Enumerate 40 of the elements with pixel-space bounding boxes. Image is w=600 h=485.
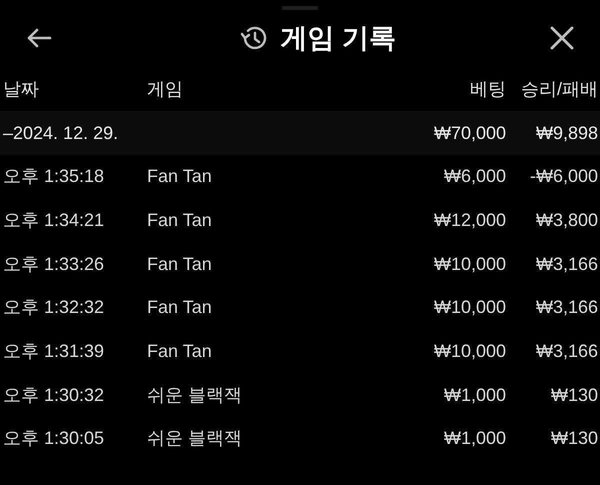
result-cell-text: -₩6,000 xyxy=(528,165,599,188)
game-cell-text: Fan Tan xyxy=(147,252,213,276)
column-header: 베팅 xyxy=(469,78,506,100)
bet-cell-text: ₩10,000 xyxy=(432,340,506,364)
bet-cell-text: ₩10,000 xyxy=(432,252,506,276)
column-header: 게임 xyxy=(147,78,184,100)
time-cell-text: 오후 1:30:05 xyxy=(2,427,106,450)
history-icon xyxy=(240,25,267,51)
time-cell-text: 오후 1:33:26 xyxy=(2,252,106,276)
game-cell-text: Fan Tan xyxy=(147,296,213,320)
bet-cell-text: ₩6,000 xyxy=(442,165,506,188)
time-cell-text: 오후 1:32:32 xyxy=(2,296,106,320)
result-cell-text: ₩130 xyxy=(550,427,599,450)
result-cell-text: ₩3,166 xyxy=(534,252,599,276)
bet-cell-text: ₩1,000 xyxy=(442,384,506,407)
column-header: 날짜 xyxy=(2,78,40,100)
close-icon[interactable] xyxy=(550,26,574,50)
date-group-row[interactable]: –2024. 12. 29. ₩70,000 ₩9,898 xyxy=(0,111,600,155)
bet-cell-text: ₩1,000 xyxy=(442,427,506,450)
time-cell-text: 오후 1:30:32 xyxy=(2,384,106,407)
window-title: 게임 기록 xyxy=(280,22,396,55)
game-cell-text: 쉬운 블랙잭 xyxy=(147,384,244,407)
date-group-label: –2024. 12. 29. xyxy=(2,122,120,144)
total-result: ₩9,898 xyxy=(534,122,599,144)
bet-cell-text: ₩12,000 xyxy=(432,209,506,232)
back-icon[interactable] xyxy=(26,27,52,49)
bet-cell-text: ₩10,000 xyxy=(432,296,506,320)
result-cell-text: ₩3,166 xyxy=(534,296,599,320)
column-header: 승리/패배 xyxy=(520,78,599,100)
result-cell-text: ₩3,166 xyxy=(534,340,599,364)
game-cell-text: Fan Tan xyxy=(147,165,213,188)
result-cell-text: ₩3,800 xyxy=(534,209,599,232)
total-bet: ₩70,000 xyxy=(432,122,506,144)
time-cell-text: 오후 1:34:21 xyxy=(2,209,106,232)
time-cell-text: 오후 1:35:18 xyxy=(2,165,106,188)
game-cell-text: 쉬운 블랙잭 xyxy=(147,427,244,450)
game-cell-text: Fan Tan xyxy=(147,209,213,232)
result-cell-text: ₩130 xyxy=(550,384,599,407)
game-cell-text: Fan Tan xyxy=(147,340,213,364)
time-cell-text: 오후 1:31:39 xyxy=(2,340,106,364)
